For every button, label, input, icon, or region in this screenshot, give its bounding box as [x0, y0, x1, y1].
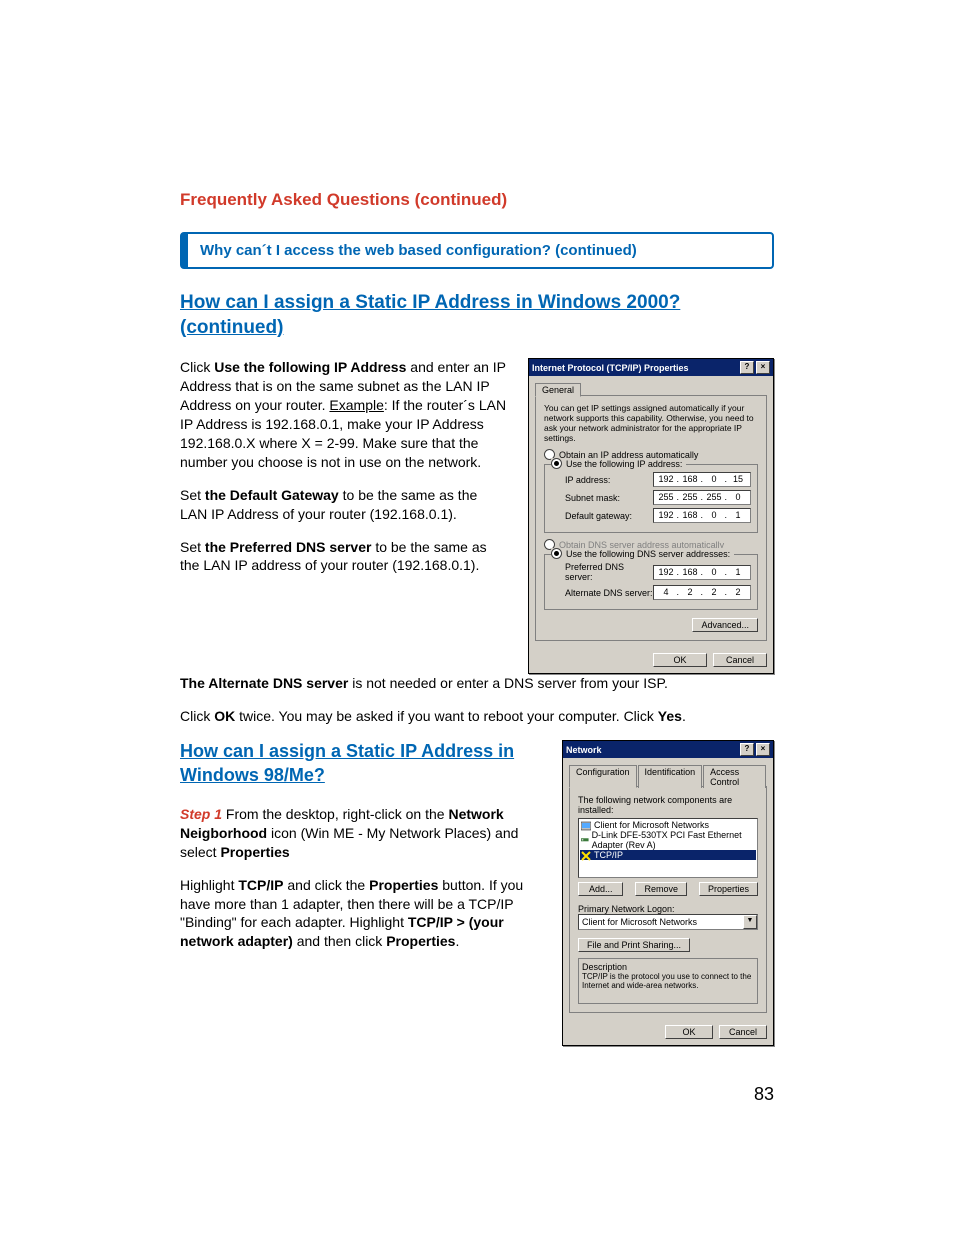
primary-logon-label: Primary Network Logon: [578, 904, 758, 914]
tab-access-control[interactable]: Access Control [703, 765, 766, 788]
input-default-gateway[interactable]: 19216801 [653, 508, 751, 523]
paragraph: Step 1 From the desktop, right-click on … [180, 805, 542, 862]
label-default-gateway: Default gateway: [565, 511, 653, 521]
add-button[interactable]: Add... [578, 882, 623, 896]
close-icon[interactable]: × [756, 743, 770, 756]
cancel-button[interactable]: Cancel [713, 653, 767, 667]
step-label: Step 1 [180, 806, 222, 822]
remove-button[interactable]: Remove [635, 882, 687, 896]
chevron-down-icon: ▼ [743, 915, 757, 929]
subheading-win98: How can I assign a Static IP Address in … [180, 740, 542, 787]
client-icon [581, 821, 591, 830]
description-box: Description TCP/IP is the protocol you u… [578, 958, 758, 1004]
dialog-titlebar: Internet Protocol (TCP/IP) Properties ? … [529, 359, 773, 376]
dialog-titlebar: Network ? × [563, 741, 773, 758]
page-number: 83 [754, 1084, 774, 1105]
close-icon[interactable]: × [756, 361, 770, 374]
label-alternate-dns: Alternate DNS server: [565, 588, 653, 598]
cancel-button[interactable]: Cancel [719, 1025, 767, 1039]
tcpip-properties-dialog: Internet Protocol (TCP/IP) Properties ? … [528, 358, 774, 674]
file-print-sharing-button[interactable]: File and Print Sharing... [578, 938, 690, 952]
protocol-icon [581, 851, 591, 860]
paragraph: Click OK twice. You may be asked if you … [180, 707, 774, 726]
primary-logon-dropdown[interactable]: Client for Microsoft Networks ▼ [578, 914, 758, 930]
input-ip-address[interactable]: 192168015 [653, 472, 751, 487]
properties-button[interactable]: Properties [699, 882, 758, 896]
section-win98: How can I assign a Static IP Address in … [180, 740, 774, 1046]
dialog-title: Network [566, 745, 602, 755]
label-preferred-dns: Preferred DNS server: [565, 562, 653, 582]
description-label: Description [582, 962, 754, 972]
tab-identification[interactable]: Identification [638, 765, 703, 788]
document-page: Frequently Asked Questions (continued) W… [0, 0, 954, 1235]
description-text: TCP/IP is the protocol you use to connec… [582, 972, 754, 990]
paragraph: Highlight TCP/IP and click the Propertie… [180, 876, 542, 952]
components-label: The following network components are ins… [578, 795, 758, 815]
paragraph: The Alternate DNS server is not needed o… [180, 674, 774, 693]
input-subnet-mask[interactable]: 2552552550 [653, 490, 751, 505]
label-subnet-mask: Subnet mask: [565, 493, 653, 503]
radio-use-following-ip[interactable]: Use the following IP address: [551, 458, 686, 469]
list-item[interactable]: D-Link DFE-530TX PCI Fast Ethernet Adapt… [580, 830, 756, 850]
components-listbox[interactable]: Client for Microsoft Networks D-Link DFE… [578, 818, 758, 878]
help-icon[interactable]: ? [740, 743, 754, 756]
question-bar: Why can´t I access the web based configu… [180, 232, 774, 269]
tab-general[interactable]: General [535, 383, 581, 397]
network-dialog: Network ? × Configuration Identification… [562, 740, 774, 1046]
paragraph: Set the Default Gateway to be the same a… [180, 486, 508, 524]
faq-section-title: Frequently Asked Questions (continued) [180, 190, 774, 210]
list-item[interactable]: Client for Microsoft Networks [580, 820, 756, 830]
advanced-button[interactable]: Advanced... [692, 618, 758, 632]
list-item-selected[interactable]: TCP/IP [580, 850, 756, 860]
paragraph: Set the Preferred DNS server to be the s… [180, 538, 508, 576]
tab-configuration[interactable]: Configuration [569, 765, 637, 788]
ok-button[interactable]: OK [665, 1025, 713, 1039]
section-win2000: Click Use the following IP Address and e… [180, 358, 774, 674]
input-alternate-dns[interactable]: 4222 [653, 585, 751, 600]
label-ip-address: IP address: [565, 475, 653, 485]
radio-use-following-dns[interactable]: Use the following DNS server addresses: [551, 548, 734, 559]
adapter-icon [581, 836, 589, 845]
ok-button[interactable]: OK [653, 653, 707, 667]
subheading-win2000: How can I assign a Static IP Address in … [180, 291, 774, 340]
paragraph: Click Use the following IP Address and e… [180, 358, 508, 471]
dialog-description: You can get IP settings assigned automat… [544, 404, 758, 443]
help-icon[interactable]: ? [740, 361, 754, 374]
input-preferred-dns[interactable]: 19216801 [653, 565, 751, 580]
dialog-title: Internet Protocol (TCP/IP) Properties [532, 363, 689, 373]
